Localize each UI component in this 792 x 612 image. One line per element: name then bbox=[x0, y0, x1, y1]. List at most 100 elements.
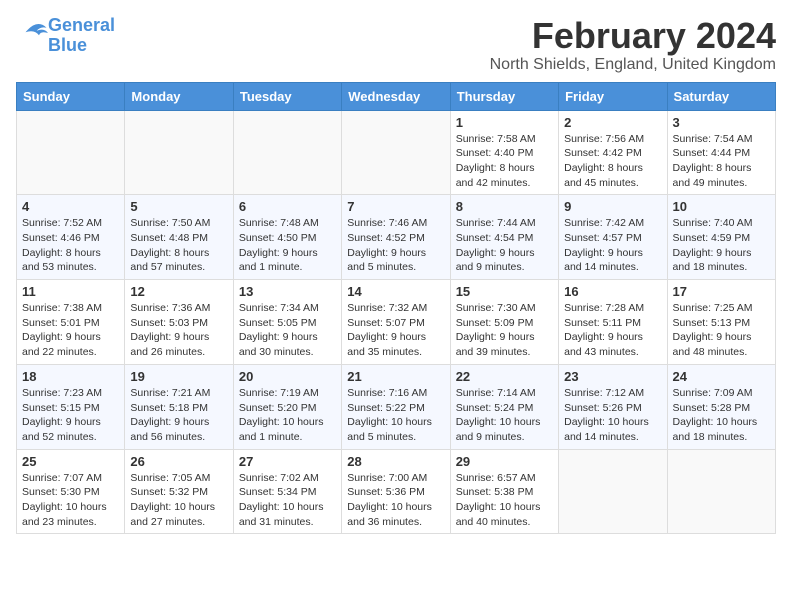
day-info: Sunrise: 7:07 AM Sunset: 5:30 PM Dayligh… bbox=[22, 471, 119, 530]
week-row-4: 18 Sunrise: 7:23 AM Sunset: 5:15 PM Dayli… bbox=[17, 364, 776, 449]
weekday-wednesday: Wednesday bbox=[342, 82, 450, 110]
calendar-cell: 10 Sunrise: 7:40 AM Sunset: 4:59 PM Dayli… bbox=[667, 195, 775, 280]
calendar-cell bbox=[342, 110, 450, 195]
day-number: 10 bbox=[673, 199, 770, 214]
weekday-saturday: Saturday bbox=[667, 82, 775, 110]
calendar-cell: 17Sunrise: 7:25 AM Sunset: 5:13 PM Dayli… bbox=[667, 280, 775, 365]
day-info: Sunrise: 7:16 AM Sunset: 5:22 PM Dayligh… bbox=[347, 386, 444, 445]
day-info: Sunrise: 7:14 AM Sunset: 5:24 PM Dayligh… bbox=[456, 386, 553, 445]
calendar-cell: 11 Sunrise: 7:38 AM Sunset: 5:01 PM Dayli… bbox=[17, 280, 125, 365]
calendar-table: SundayMondayTuesdayWednesdayThursdayFrid… bbox=[16, 82, 776, 535]
day-info: Sunrise: 7:48 AM Sunset: 4:50 PM Dayligh… bbox=[239, 216, 336, 275]
weekday-friday: Friday bbox=[559, 82, 667, 110]
day-info: Sunrise: 7:28 AM Sunset: 5:11 PM Dayligh… bbox=[564, 301, 661, 360]
calendar-cell: 6 Sunrise: 7:48 AM Sunset: 4:50 PM Daylig… bbox=[233, 195, 341, 280]
day-number: 27 bbox=[239, 454, 336, 469]
day-number: 26 bbox=[130, 454, 227, 469]
calendar-cell: 5 Sunrise: 7:50 AM Sunset: 4:48 PM Daylig… bbox=[125, 195, 233, 280]
week-row-3: 11 Sunrise: 7:38 AM Sunset: 5:01 PM Dayli… bbox=[17, 280, 776, 365]
day-number: 5 bbox=[130, 199, 227, 214]
calendar-cell bbox=[125, 110, 233, 195]
calendar-cell bbox=[17, 110, 125, 195]
calendar-cell: 28 Sunrise: 7:00 AM Sunset: 5:36 PM Dayli… bbox=[342, 449, 450, 534]
day-number: 3 bbox=[673, 115, 770, 130]
calendar-cell: 9 Sunrise: 7:42 AM Sunset: 4:57 PM Daylig… bbox=[559, 195, 667, 280]
logo: General Blue bbox=[16, 16, 115, 56]
day-number: 19 bbox=[130, 369, 227, 384]
day-info: Sunrise: 7:12 AM Sunset: 5:26 PM Dayligh… bbox=[564, 386, 661, 445]
week-row-2: 4Sunrise: 7:52 AM Sunset: 4:46 PM Daylig… bbox=[17, 195, 776, 280]
day-info: Sunrise: 7:40 AM Sunset: 4:59 PM Dayligh… bbox=[673, 216, 770, 275]
calendar-cell: 29Sunrise: 6:57 AM Sunset: 5:38 PM Dayli… bbox=[450, 449, 558, 534]
day-number: 9 bbox=[564, 199, 661, 214]
calendar-cell: 18 Sunrise: 7:23 AM Sunset: 5:15 PM Dayli… bbox=[17, 364, 125, 449]
day-info: Sunrise: 7:09 AM Sunset: 5:28 PM Dayligh… bbox=[673, 386, 770, 445]
calendar-cell: 24 Sunrise: 7:09 AM Sunset: 5:28 PM Dayli… bbox=[667, 364, 775, 449]
day-number: 11 bbox=[22, 284, 119, 299]
day-info: Sunrise: 7:54 AM Sunset: 4:44 PM Dayligh… bbox=[673, 132, 770, 191]
day-info: Sunrise: 7:38 AM Sunset: 5:01 PM Dayligh… bbox=[22, 301, 119, 360]
day-number: 15 bbox=[456, 284, 553, 299]
logo-bird-icon bbox=[18, 21, 48, 45]
day-number: 6 bbox=[239, 199, 336, 214]
day-info: Sunrise: 7:23 AM Sunset: 5:15 PM Dayligh… bbox=[22, 386, 119, 445]
calendar-cell: 26 Sunrise: 7:05 AM Sunset: 5:32 PM Dayli… bbox=[125, 449, 233, 534]
day-number: 21 bbox=[347, 369, 444, 384]
day-info: Sunrise: 7:00 AM Sunset: 5:36 PM Dayligh… bbox=[347, 471, 444, 530]
day-info: Sunrise: 7:42 AM Sunset: 4:57 PM Dayligh… bbox=[564, 216, 661, 275]
day-info: Sunrise: 7:58 AM Sunset: 4:40 PM Dayligh… bbox=[456, 132, 553, 191]
calendar-cell: 12 Sunrise: 7:36 AM Sunset: 5:03 PM Dayli… bbox=[125, 280, 233, 365]
day-info: Sunrise: 7:36 AM Sunset: 5:03 PM Dayligh… bbox=[130, 301, 227, 360]
day-number: 8 bbox=[456, 199, 553, 214]
day-number: 24 bbox=[673, 369, 770, 384]
calendar-cell: 7 Sunrise: 7:46 AM Sunset: 4:52 PM Daylig… bbox=[342, 195, 450, 280]
weekday-thursday: Thursday bbox=[450, 82, 558, 110]
day-number: 17 bbox=[673, 284, 770, 299]
weekday-tuesday: Tuesday bbox=[233, 82, 341, 110]
calendar-cell: 8 Sunrise: 7:44 AM Sunset: 4:54 PM Daylig… bbox=[450, 195, 558, 280]
week-row-1: 1 Sunrise: 7:58 AM Sunset: 4:40 PM Daylig… bbox=[17, 110, 776, 195]
day-info: Sunrise: 7:46 AM Sunset: 4:52 PM Dayligh… bbox=[347, 216, 444, 275]
calendar-cell bbox=[233, 110, 341, 195]
logo-line1: General bbox=[48, 16, 115, 36]
day-info: Sunrise: 7:44 AM Sunset: 4:54 PM Dayligh… bbox=[456, 216, 553, 275]
calendar-cell: 2Sunrise: 7:56 AM Sunset: 4:42 PM Daylig… bbox=[559, 110, 667, 195]
day-info: Sunrise: 6:57 AM Sunset: 5:38 PM Dayligh… bbox=[456, 471, 553, 530]
day-number: 12 bbox=[130, 284, 227, 299]
day-info: Sunrise: 7:21 AM Sunset: 5:18 PM Dayligh… bbox=[130, 386, 227, 445]
day-number: 7 bbox=[347, 199, 444, 214]
calendar-cell bbox=[667, 449, 775, 534]
calendar-cell: 25Sunrise: 7:07 AM Sunset: 5:30 PM Dayli… bbox=[17, 449, 125, 534]
calendar-cell: 4Sunrise: 7:52 AM Sunset: 4:46 PM Daylig… bbox=[17, 195, 125, 280]
day-info: Sunrise: 7:50 AM Sunset: 4:48 PM Dayligh… bbox=[130, 216, 227, 275]
day-number: 28 bbox=[347, 454, 444, 469]
day-number: 1 bbox=[456, 115, 553, 130]
day-number: 16 bbox=[564, 284, 661, 299]
page-header: General Blue February 2024 North Shields… bbox=[16, 16, 776, 74]
day-info: Sunrise: 7:05 AM Sunset: 5:32 PM Dayligh… bbox=[130, 471, 227, 530]
day-number: 14 bbox=[347, 284, 444, 299]
calendar-cell: 13Sunrise: 7:34 AM Sunset: 5:05 PM Dayli… bbox=[233, 280, 341, 365]
weekday-monday: Monday bbox=[125, 82, 233, 110]
calendar-body: 1 Sunrise: 7:58 AM Sunset: 4:40 PM Daylig… bbox=[17, 110, 776, 534]
calendar-cell: 22Sunrise: 7:14 AM Sunset: 5:24 PM Dayli… bbox=[450, 364, 558, 449]
day-number: 2 bbox=[564, 115, 661, 130]
calendar-cell: 15 Sunrise: 7:30 AM Sunset: 5:09 PM Dayli… bbox=[450, 280, 558, 365]
week-row-5: 25Sunrise: 7:07 AM Sunset: 5:30 PM Dayli… bbox=[17, 449, 776, 534]
calendar-cell: 14Sunrise: 7:32 AM Sunset: 5:07 PM Dayli… bbox=[342, 280, 450, 365]
calendar-cell: 20Sunrise: 7:19 AM Sunset: 5:20 PM Dayli… bbox=[233, 364, 341, 449]
calendar-title: February 2024 bbox=[490, 16, 776, 56]
calendar-cell: 23Sunrise: 7:12 AM Sunset: 5:26 PM Dayli… bbox=[559, 364, 667, 449]
day-info: Sunrise: 7:30 AM Sunset: 5:09 PM Dayligh… bbox=[456, 301, 553, 360]
calendar-cell bbox=[559, 449, 667, 534]
calendar-cell: 3 Sunrise: 7:54 AM Sunset: 4:44 PM Daylig… bbox=[667, 110, 775, 195]
calendar-cell: 16 Sunrise: 7:28 AM Sunset: 5:11 PM Dayli… bbox=[559, 280, 667, 365]
weekday-sunday: Sunday bbox=[17, 82, 125, 110]
day-number: 18 bbox=[22, 369, 119, 384]
calendar-cell: 1 Sunrise: 7:58 AM Sunset: 4:40 PM Daylig… bbox=[450, 110, 558, 195]
calendar-subtitle: North Shields, England, United Kingdom bbox=[490, 56, 776, 74]
day-number: 20 bbox=[239, 369, 336, 384]
weekday-header-row: SundayMondayTuesdayWednesdayThursdayFrid… bbox=[17, 82, 776, 110]
day-info: Sunrise: 7:34 AM Sunset: 5:05 PM Dayligh… bbox=[239, 301, 336, 360]
day-info: Sunrise: 7:52 AM Sunset: 4:46 PM Dayligh… bbox=[22, 216, 119, 275]
